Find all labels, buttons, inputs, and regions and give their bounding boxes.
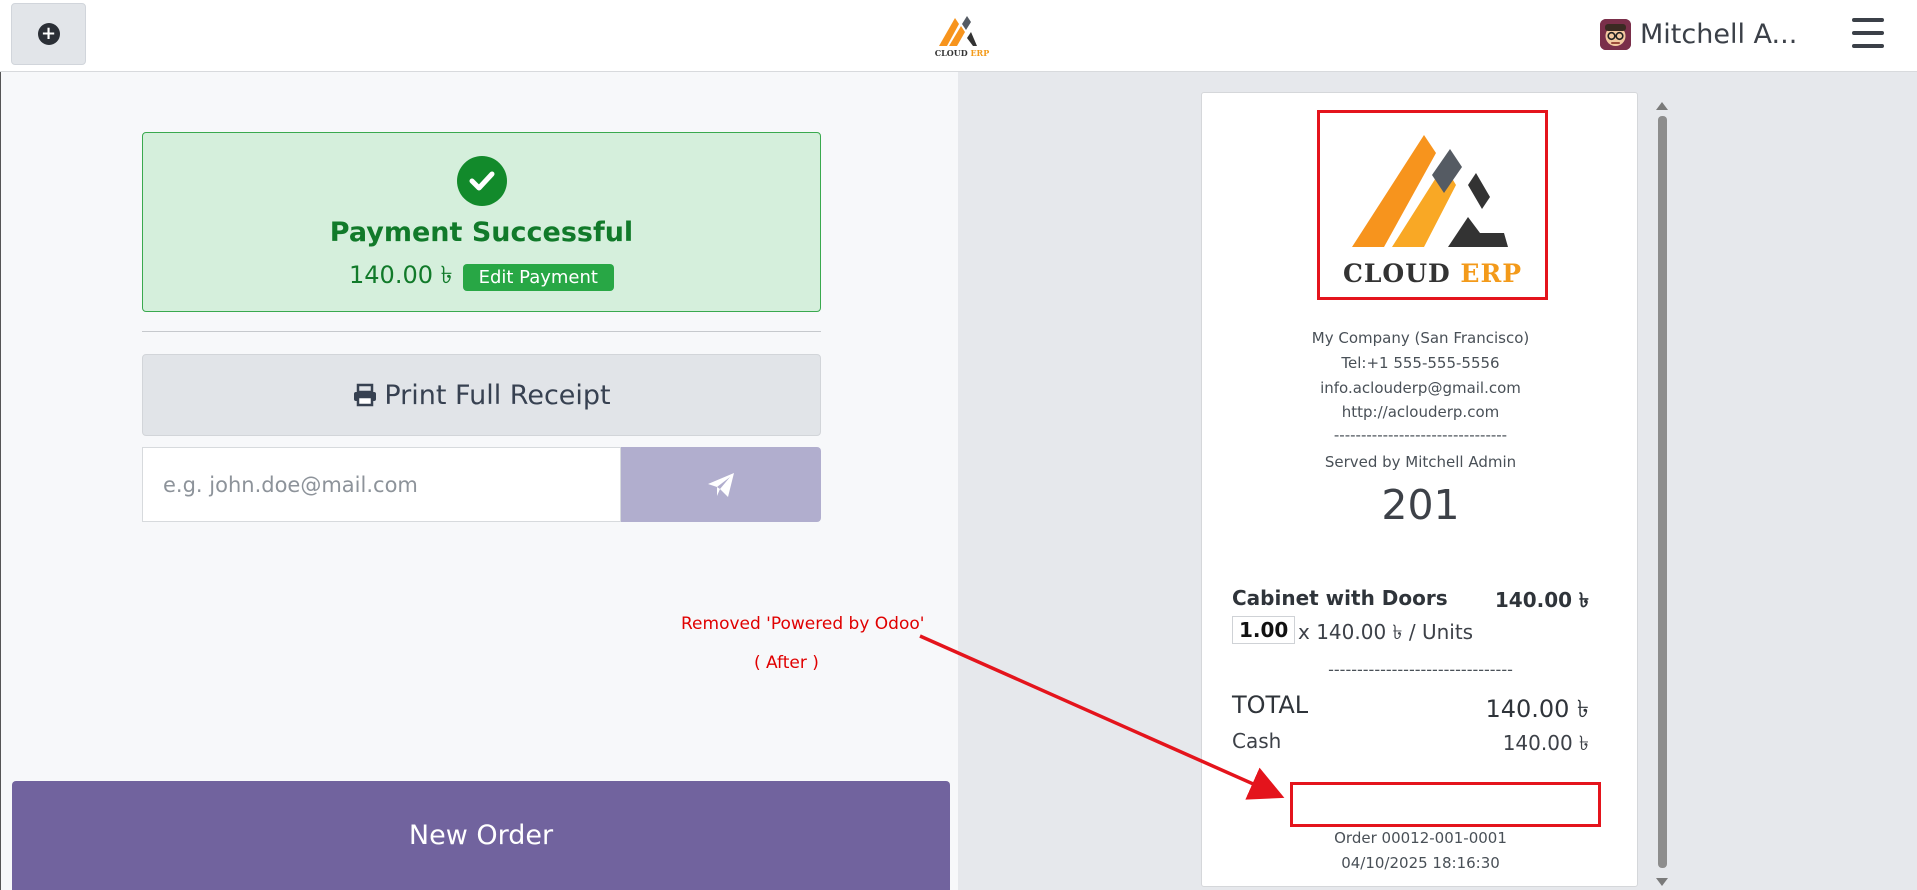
pos-payment-screen: + CLOUD ERP Mitchell A... Payment Succes… xyxy=(0,0,1917,890)
user-name: Mitchell A... xyxy=(1640,18,1798,50)
new-order-button[interactable]: New Order xyxy=(12,781,950,890)
scroll-up-arrow-icon[interactable] xyxy=(1656,102,1668,110)
receipt: CLOUD ERP My Company (San Francisco) Tel… xyxy=(1201,92,1638,887)
receipt-unit-price: x 140.00 ৳ / Units xyxy=(1298,620,1474,644)
annotation-subtext: ( After ) xyxy=(754,653,819,673)
send-email-button[interactable] xyxy=(621,447,821,522)
logo-wordmark: CLOUD ERP xyxy=(1342,259,1523,288)
user-avatar-icon xyxy=(1600,18,1631,50)
cloud-erp-logo-large xyxy=(1352,135,1508,247)
avatar xyxy=(1600,18,1631,50)
hamburger-menu-icon[interactable] xyxy=(1852,18,1884,48)
receipt-website: http://aclouderp.com xyxy=(1341,403,1500,421)
check-circle-icon xyxy=(457,156,507,206)
receipt-cash-value: 140.00 ৳ xyxy=(1502,731,1589,755)
receipt-product-name: Cabinet with Doors xyxy=(1232,586,1448,610)
receipt-tracking-number: 201 xyxy=(1381,481,1460,529)
receipt-order-date: 04/10/2025 18:16:30 xyxy=(1341,854,1500,872)
receipt-product-price: 140.00 ৳ xyxy=(1494,588,1589,612)
svg-text:CLOUD ERP: CLOUD ERP xyxy=(935,48,989,58)
email-input[interactable] xyxy=(142,447,621,522)
scroll-down-arrow-icon[interactable] xyxy=(1656,878,1668,886)
receipt-cash-label: Cash xyxy=(1232,729,1282,753)
print-receipt-label: Print Full Receipt xyxy=(384,379,611,411)
receipt-total-value: 140.00 ৳ xyxy=(1485,695,1589,723)
edit-payment-button[interactable]: Edit Payment xyxy=(462,263,614,291)
receipt-quantity: 1.00 xyxy=(1232,616,1296,644)
payment-amount: 140.00 ৳ xyxy=(349,261,453,289)
new-order-label: New Order xyxy=(408,820,554,851)
receipt-preview-panel: CLOUD ERP My Company (San Francisco) Tel… xyxy=(958,72,1917,890)
receipt-logo-highlight: CLOUD ERP xyxy=(1317,110,1548,300)
receipt-company: My Company (San Francisco) xyxy=(1311,329,1530,347)
top-navbar: + CLOUD ERP Mitchell A... xyxy=(0,0,1917,72)
payment-status-title: Payment Successful xyxy=(329,217,634,248)
removed-footer-highlight xyxy=(1290,782,1601,827)
cloud-erp-logo: CLOUD ERP xyxy=(935,16,989,58)
payment-amount-row: 140.00 ৳ Edit Payment xyxy=(143,257,820,297)
payment-result-panel: Payment Successful 140.00 ৳ Edit Payment… xyxy=(0,72,958,890)
add-order-button[interactable]: + xyxy=(11,3,86,65)
scrollbar-thumb[interactable] xyxy=(1658,116,1667,868)
receipt-scrollbar[interactable] xyxy=(1656,102,1668,890)
receipt-separator-2: -------------------------------- xyxy=(1328,660,1513,679)
divider xyxy=(142,331,821,332)
receipt-total-label: TOTAL xyxy=(1232,691,1309,719)
receipt-separator: -------------------------------- xyxy=(1333,426,1508,444)
email-receipt-form xyxy=(142,447,821,522)
receipt-served-by: Served by Mitchell Admin xyxy=(1324,453,1517,471)
user-menu[interactable]: Mitchell A... xyxy=(1600,16,1797,52)
printer-icon xyxy=(354,383,377,407)
receipt-email: info.aclouderp@gmail.com xyxy=(1320,379,1521,397)
receipt-phone: Tel:+1 555-555-5556 xyxy=(1341,354,1500,372)
payment-success-alert: Payment Successful 140.00 ৳ Edit Payment xyxy=(142,132,821,312)
print-receipt-button[interactable]: Print Full Receipt xyxy=(142,354,821,436)
plus-circle-icon: + xyxy=(37,23,60,45)
annotation-text: Removed 'Powered by Odoo' xyxy=(681,614,925,634)
receipt-order-ref: Order 00012-001-0001 xyxy=(1334,829,1507,847)
paper-plane-icon xyxy=(708,472,734,497)
